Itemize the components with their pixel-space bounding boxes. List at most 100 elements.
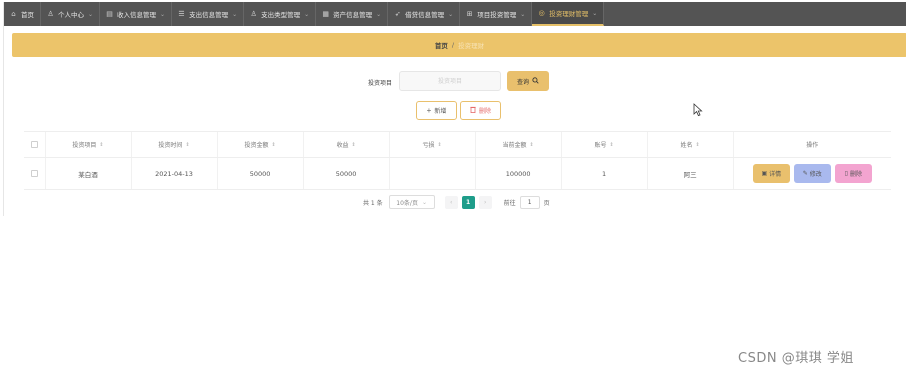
table-cell: 50000: [218, 158, 304, 189]
nav-item-label: 个人中心: [58, 11, 84, 19]
search-input[interactable]: [399, 71, 501, 91]
nav-item-personal-center[interactable]: ♙ 个人中心 ⌄: [41, 2, 101, 26]
nav-item-label: 资产信息管理: [333, 11, 373, 19]
breadcrumb-home[interactable]: 首页: [435, 40, 448, 50]
nav-item-label: 项目投资管理: [477, 11, 517, 19]
search-label: 投资项目: [368, 80, 393, 87]
chevron-down-icon: ⌄: [448, 10, 454, 18]
plus-icon: +: [426, 106, 432, 115]
column-header[interactable]: 收益 ⇕: [304, 132, 390, 157]
user-icon: ♙: [47, 9, 54, 18]
income-icon: ▤: [106, 9, 113, 18]
breadcrumb: 首页 / 投资理财: [12, 33, 906, 57]
column-header[interactable]: 亏损 ⇕: [390, 132, 476, 157]
pagination-total: 共 1 条: [363, 199, 383, 207]
page-number-current[interactable]: 1: [461, 195, 475, 209]
chevron-down-icon: ⌄: [592, 9, 598, 17]
nav-item-label: 支出信息管理: [189, 11, 229, 19]
table-cell: 50000: [304, 158, 390, 189]
batch-delete-label: 删除: [478, 109, 491, 115]
top-nav: ⌂ 首页 ♙ 个人中心 ⌄ ▤ 收入信息管理 ⌄ ☰ 支出信息管理 ⌄ ♙ 支出…: [4, 2, 906, 26]
sort-icon: ⇕: [185, 141, 190, 148]
column-header[interactable]: 账号 ⇕: [562, 132, 648, 157]
column-header[interactable]: 姓名 ⇕: [648, 132, 734, 157]
operations-cell: ▣ 详情 ✎ 修改 ▯ 删除: [734, 158, 891, 189]
chevron-down-icon: ⌄: [520, 10, 526, 18]
search-button-label: 查询: [516, 79, 529, 86]
home-icon: ⌂: [11, 9, 16, 18]
nav-item-project-investment[interactable]: ⊞ 项目投资管理 ⌄: [460, 2, 533, 26]
send-icon: ➶: [394, 9, 401, 18]
search-button[interactable]: 查询: [507, 71, 549, 91]
trash-icon: ▯: [844, 171, 848, 177]
search-icon: [532, 76, 539, 86]
sort-icon: ⇕: [271, 141, 276, 148]
asset-icon: ▦: [322, 9, 329, 18]
finance-icon: ◎: [538, 8, 545, 17]
detail-button[interactable]: ▣ 详情: [752, 164, 790, 183]
sort-icon: ⇕: [351, 141, 356, 148]
column-header[interactable]: 当前金额 ⇕: [476, 132, 562, 157]
goto-page-input[interactable]: 1: [519, 195, 540, 209]
nav-item-assets[interactable]: ▦ 资产信息管理 ⌄: [316, 2, 389, 26]
nav-item-expense-type[interactable]: ♙ 支出类型管理 ⌄: [244, 2, 317, 26]
table-cell: 100000: [476, 158, 562, 189]
prev-page-button[interactable]: ‹: [444, 195, 458, 209]
edit-icon: ✎: [802, 171, 808, 177]
breadcrumb-current: 投资理财: [458, 42, 485, 50]
header-checkbox-cell: [24, 132, 46, 157]
chevron-down-icon: ⌄: [376, 10, 382, 18]
page-size-select[interactable]: 10条/页 ⌄: [388, 195, 435, 209]
nav-item-expense[interactable]: ☰ 支出信息管理 ⌄: [172, 2, 245, 26]
document-icon: ▣: [761, 171, 768, 177]
row-checkbox[interactable]: [30, 170, 38, 177]
select-all-checkbox[interactable]: [30, 141, 38, 148]
nav-item-label: 首页: [21, 11, 34, 19]
delete-button[interactable]: ▯ 删除: [834, 164, 872, 183]
nav-item-label: 收入信息管理: [117, 11, 157, 19]
nav-item-investment-finance[interactable]: ◎ 投资理财管理 ⌄: [532, 2, 605, 26]
list-icon: ☰: [178, 9, 185, 18]
table-row: 某白酒 2021-04-13 50000 50000 100000 1 阿三 ▣…: [24, 158, 891, 190]
nav-item-income[interactable]: ▤ 收入信息管理 ⌄: [100, 2, 173, 26]
batch-delete-button[interactable]: 删除: [460, 101, 501, 120]
chevron-down-icon: ⌄: [304, 10, 310, 18]
add-button-label: 新增: [434, 109, 447, 115]
sort-icon: ⇕: [437, 141, 442, 148]
sort-icon: ⇕: [99, 141, 104, 148]
data-table: 投资项目 ⇕ 投资时间 ⇕ 投资金额 ⇕ 收益 ⇕ 亏损 ⇕ 当前金额 ⇕ 账号 ⇕ 姓名 ⇕ …: [24, 131, 891, 190]
edit-button[interactable]: ✎ 修改: [793, 164, 831, 183]
chevron-down-icon: ⌄: [232, 10, 238, 18]
trash-icon: [470, 106, 476, 115]
nav-item-label: 支出类型管理: [261, 11, 301, 19]
column-header[interactable]: 投资时间 ⇕: [132, 132, 218, 157]
nav-item-loans[interactable]: ➶ 借贷信息管理 ⌄: [388, 2, 461, 26]
table-cell: 2021-04-13: [132, 158, 218, 189]
grid-icon: ⊞: [466, 9, 473, 18]
table-cell: 某白酒: [46, 158, 132, 189]
chevron-down-icon: ⌄: [160, 10, 166, 18]
nav-item-home[interactable]: ⌂ 首页: [4, 2, 41, 26]
breadcrumb-separator: /: [451, 41, 455, 49]
chevron-down-icon: ⌄: [421, 198, 427, 206]
sort-icon: ⇕: [529, 141, 534, 148]
column-header-operations: 操作: [806, 142, 819, 149]
app-window: ⌂ 首页 ♙ 个人中心 ⌄ ▤ 收入信息管理 ⌄ ☰ 支出信息管理 ⌄ ♙ 支出…: [3, 2, 906, 216]
sort-icon: ⇕: [695, 141, 700, 148]
next-page-button[interactable]: ›: [478, 195, 492, 209]
mouse-cursor-icon: [693, 103, 703, 117]
table-header-row: 投资项目 ⇕ 投资时间 ⇕ 投资金额 ⇕ 收益 ⇕ 亏损 ⇕ 当前金额 ⇕ 账号 ⇕ 姓名 ⇕ …: [24, 132, 891, 158]
goto-unit: 页: [543, 199, 550, 207]
add-button[interactable]: + 新增: [416, 101, 457, 120]
pagination: 共 1 条 10条/页 ⌄ ‹ 1 › 前往 1 页: [363, 195, 550, 209]
nav-item-label: 投资理财管理: [549, 10, 589, 18]
column-header[interactable]: 投资项目 ⇕: [46, 132, 132, 157]
goto-label: 前往: [503, 199, 516, 207]
column-header[interactable]: 投资金额 ⇕: [218, 132, 304, 157]
person-icon: ♙: [250, 9, 257, 18]
sort-icon: ⇕: [609, 141, 614, 148]
table-cell: 阿三: [648, 158, 734, 189]
goto-page: 前往 1 页: [503, 195, 550, 209]
watermark: CSDN @琪琪 学姐: [738, 351, 854, 366]
table-cell: [390, 158, 476, 189]
